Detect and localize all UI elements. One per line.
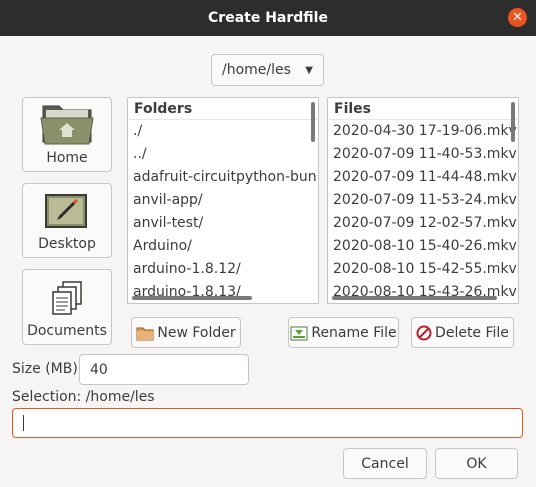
window-title: Create Hardfile: [208, 10, 328, 26]
files-horizontal-scrollbar[interactable]: [332, 296, 497, 300]
files-header: Files: [328, 98, 518, 120]
files-vertical-scrollbar[interactable]: [511, 102, 515, 142]
folder-item[interactable]: arduino-1.8.12/: [128, 258, 318, 281]
text-caret: [23, 415, 24, 431]
files-list[interactable]: Files 2020-04-30 17-19-06.mkv 2020-07-09…: [327, 97, 519, 304]
file-item[interactable]: 2020-08-10 15-42-55.mkv: [328, 258, 518, 281]
folder-item[interactable]: ./: [128, 120, 318, 143]
delete-file-button[interactable]: Delete File: [411, 317, 514, 348]
file-item[interactable]: 2020-07-09 11-44-48.mkv: [328, 166, 518, 189]
new-folder-label: New Folder: [157, 324, 236, 341]
folders-vertical-scrollbar[interactable]: [311, 102, 315, 142]
place-label: Desktop: [38, 236, 96, 252]
folder-item[interactable]: arduino-1.8.13/: [128, 281, 318, 303]
title-bar: Create Hardfile ✕: [0, 0, 536, 36]
close-button[interactable]: ✕: [508, 8, 527, 27]
size-value: 40: [90, 361, 108, 378]
path-combo-value: /home/les: [222, 62, 291, 78]
desktop-icon: [45, 194, 87, 228]
ok-label: OK: [466, 455, 487, 472]
folder-item[interactable]: anvil-test/: [128, 212, 318, 235]
cancel-button[interactable]: Cancel: [343, 448, 427, 479]
path-combo-box[interactable]: /home/les ▼: [211, 54, 324, 86]
new-folder-button[interactable]: New Folder: [131, 317, 241, 348]
selection-input[interactable]: [12, 408, 523, 438]
place-label: Home: [46, 150, 88, 166]
delete-icon: [416, 325, 432, 340]
folder-item[interactable]: adafruit-circuitpython-bun: [128, 166, 318, 189]
place-documents-button[interactable]: Documents: [22, 269, 112, 345]
folders-list[interactable]: Folders ./ ../ adafruit-circuitpython-bu…: [127, 97, 319, 304]
size-label: Size (MB): [12, 361, 78, 377]
place-desktop-button[interactable]: Desktop: [22, 183, 112, 258]
file-item[interactable]: 2020-07-09 11-40-53.mkv: [328, 143, 518, 166]
folder-icon: [136, 327, 154, 340]
home-folder-icon: [40, 105, 94, 145]
ok-button[interactable]: OK: [435, 448, 518, 479]
selection-label: Selection: /home/les: [12, 389, 155, 405]
create-hardfile-dialog: Create Hardfile ✕ /home/les ▼ Home Deskt…: [0, 0, 536, 487]
file-item[interactable]: 2020-04-30 17-19-06.mkv: [328, 120, 518, 143]
cancel-label: Cancel: [361, 455, 409, 472]
delete-file-label: Delete File: [435, 324, 509, 341]
folders-horizontal-scrollbar[interactable]: [132, 296, 252, 300]
rename-file-label: Rename File: [311, 324, 397, 341]
chevron-down-icon: ▼: [305, 64, 313, 76]
file-item[interactable]: 2020-08-10 15-43-26.mkv: [328, 281, 518, 303]
folder-item[interactable]: anvil-app/: [128, 189, 318, 212]
file-item[interactable]: 2020-07-09 11-53-24.mkv: [328, 189, 518, 212]
place-home-button[interactable]: Home: [22, 97, 112, 172]
folders-header: Folders: [128, 98, 318, 120]
rename-icon: [290, 326, 308, 340]
file-item[interactable]: 2020-07-09 12-02-57.mkv: [328, 212, 518, 235]
folder-item[interactable]: ../: [128, 143, 318, 166]
rename-file-button[interactable]: Rename File: [288, 317, 399, 348]
folder-item[interactable]: Arduino/: [128, 235, 318, 258]
close-icon: ✕: [512, 10, 523, 25]
size-input[interactable]: 40: [79, 354, 249, 385]
file-item[interactable]: 2020-08-10 15-40-26.mkv: [328, 235, 518, 258]
documents-icon: [52, 281, 82, 315]
place-label: Documents: [27, 323, 107, 339]
